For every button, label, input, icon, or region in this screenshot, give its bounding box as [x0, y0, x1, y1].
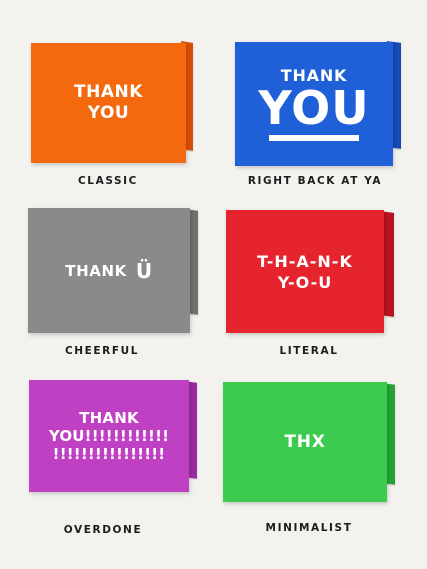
card-text-line: T-H-A-N-K	[257, 251, 353, 271]
card-text-line: !!!!!!!!!!!!!!!!	[52, 445, 166, 463]
card-front: THANK YOU	[31, 43, 186, 163]
card-cheerful: THANK Ü	[28, 208, 198, 333]
card-right-back-at-ya: THANK YOU	[235, 41, 401, 166]
card-text-line: YOU	[87, 103, 130, 123]
caption-classic: CLASSIC	[78, 175, 138, 187]
caption-overdone: OVERDONE	[63, 524, 143, 536]
card-minimalist: THX	[223, 382, 395, 502]
card-front: THANK YOU!!!!!!!!!!!! !!!!!!!!!!!!!!!!	[29, 380, 189, 492]
card-front: T-H-A-N-K Y-O-U	[226, 210, 384, 333]
card-text-line: THANK	[65, 261, 127, 280]
caption-minimalist: MINIMALIST	[265, 522, 353, 534]
card-text-line: THANK	[74, 82, 143, 102]
caption-literal: LITERAL	[279, 345, 339, 357]
card-literal: T-H-A-N-K Y-O-U	[226, 210, 394, 333]
card-text-line: YOU	[258, 81, 370, 135]
card-classic: THANK YOU	[31, 41, 193, 163]
card-text-line: THANK	[79, 409, 139, 427]
card-text-line: Y-O-U	[277, 272, 333, 292]
card-front: THANK YOU	[235, 42, 393, 166]
card-text-line: THX	[284, 432, 326, 452]
smiley-glyph: Ü	[135, 258, 153, 283]
underline-bar	[269, 135, 359, 141]
card-front: THX	[223, 382, 387, 502]
card-overdone: THANK YOU!!!!!!!!!!!! !!!!!!!!!!!!!!!!	[29, 380, 197, 492]
caption-cheerful: CHEERFUL	[64, 345, 140, 357]
card-text-line: YOU!!!!!!!!!!!!	[48, 427, 170, 445]
caption-right-back-at-ya: RIGHT BACK AT YA	[247, 175, 383, 187]
card-front: THANK Ü	[28, 208, 190, 333]
